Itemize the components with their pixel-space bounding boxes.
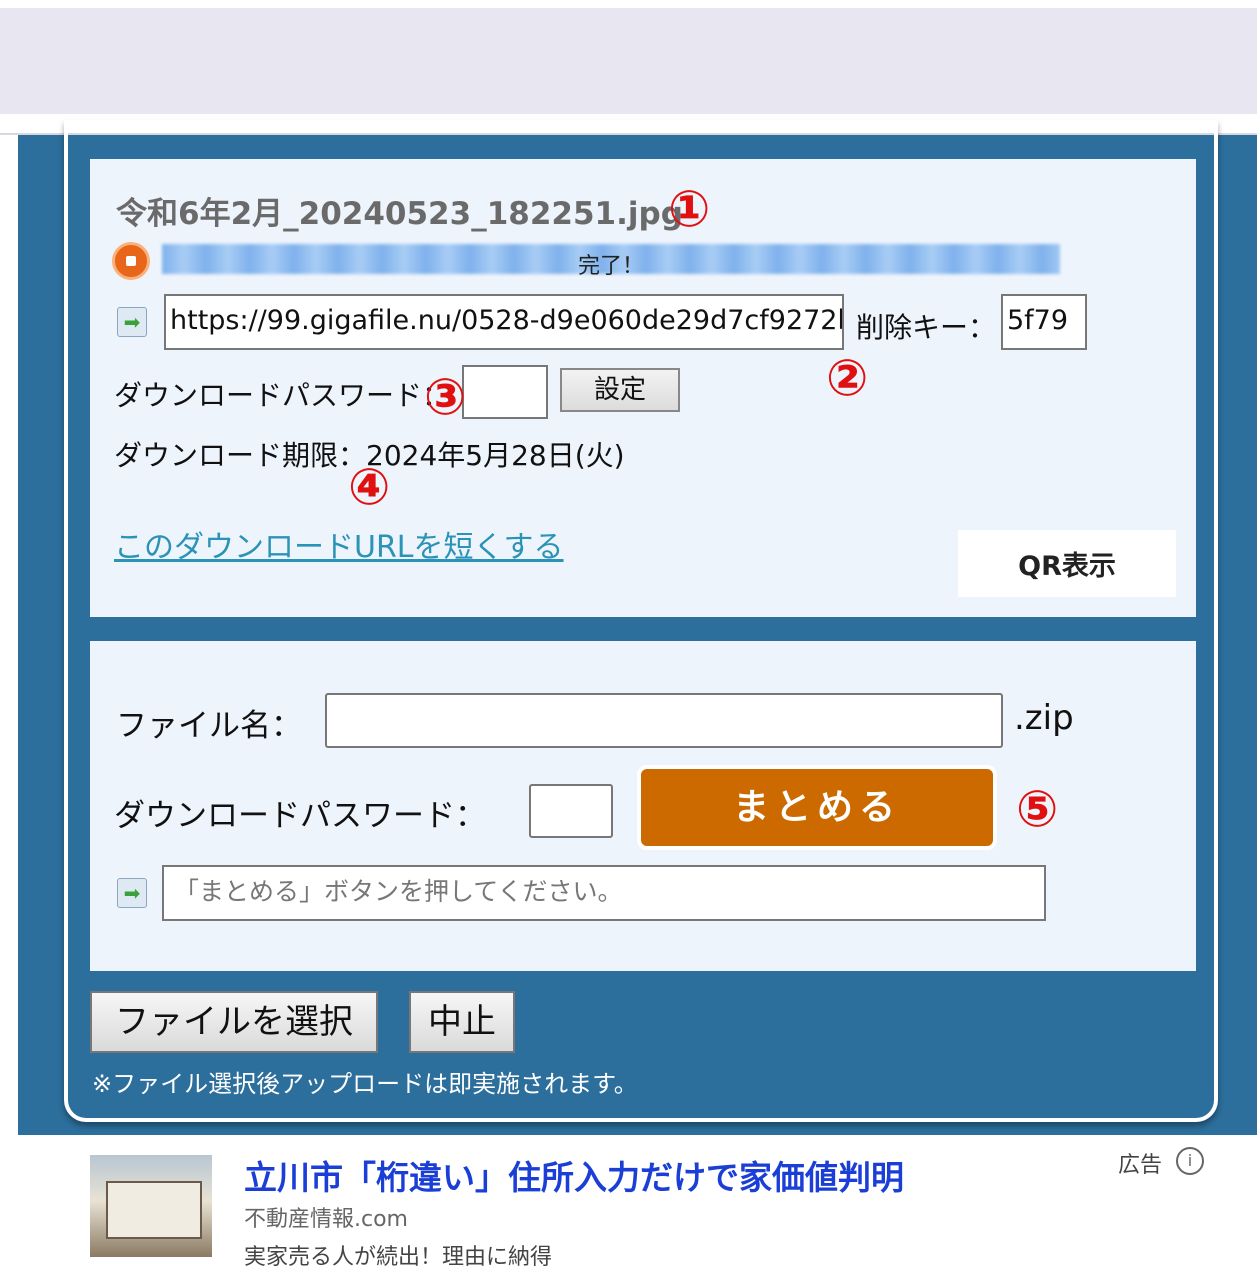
qr-display-button[interactable]: QR表示 bbox=[958, 530, 1176, 597]
download-password-label: ダウンロードパスワード： bbox=[114, 379, 451, 412]
zip-password-field[interactable] bbox=[529, 784, 613, 838]
delete-key-label: 削除キー： bbox=[856, 311, 997, 344]
info-icon[interactable]: i bbox=[1176, 1147, 1204, 1175]
zip-extension: .zip bbox=[1014, 698, 1074, 738]
uploaded-file-name: 令和6年2月_20240523_182251.jpg bbox=[116, 196, 683, 232]
zip-file-name-label: ファイル名： bbox=[116, 708, 302, 744]
zip-password-label: ダウンロードパスワード： bbox=[114, 798, 486, 834]
marker-4: ④ bbox=[348, 458, 391, 516]
arrow-right-icon: ➡ bbox=[117, 878, 147, 908]
ad-title[interactable]: 立川市「桁違い」住所入力だけで家価値判明 bbox=[244, 1151, 904, 1199]
set-password-button[interactable]: 設定 bbox=[560, 368, 680, 412]
zip-file-name-field[interactable] bbox=[325, 693, 1003, 748]
ad-banner[interactable]: 立川市「桁違い」住所入力だけで家価値判明 不動産情報.com 実家売る人が続出！… bbox=[78, 1143, 1213, 1270]
marker-2: ② bbox=[826, 349, 869, 407]
stop-icon[interactable] bbox=[112, 242, 150, 280]
ad-description: 実家売る人が続出！理由に納得 bbox=[244, 1245, 553, 1270]
download-url-field[interactable]: https://99.gigafile.nu/0528-d9e060de29d7… bbox=[164, 294, 844, 350]
house-image bbox=[106, 1181, 202, 1239]
marker-5: ⑤ bbox=[1016, 780, 1059, 838]
progress-label: 完了！ bbox=[577, 254, 644, 279]
zip-result-field[interactable]: 「まとめる」ボタンを押してください。 bbox=[162, 865, 1046, 921]
ad-source: 不動産情報.com bbox=[244, 1207, 408, 1232]
upload-note: ※ファイル選択後アップロードは即実施されます。 bbox=[92, 1070, 638, 1098]
delete-key-field[interactable]: 5f79 bbox=[1001, 294, 1087, 350]
cancel-button[interactable]: 中止 bbox=[409, 991, 515, 1053]
marker-1: ① bbox=[668, 180, 711, 238]
browser-toolbar bbox=[0, 8, 1257, 114]
browser-top-bar bbox=[0, 0, 1257, 135]
select-file-button[interactable]: ファイルを選択 bbox=[90, 991, 378, 1053]
arrow-right-icon: ➡ bbox=[117, 307, 147, 337]
ad-thumbnail[interactable] bbox=[90, 1155, 212, 1257]
marker-3: ③ bbox=[424, 368, 467, 426]
download-password-field[interactable] bbox=[462, 365, 548, 419]
ad-label: 広告 bbox=[1118, 1153, 1163, 1178]
matomeru-button[interactable]: まとめる bbox=[637, 765, 997, 850]
shorten-url-link[interactable]: このダウンロードURLを短くする bbox=[114, 522, 564, 566]
